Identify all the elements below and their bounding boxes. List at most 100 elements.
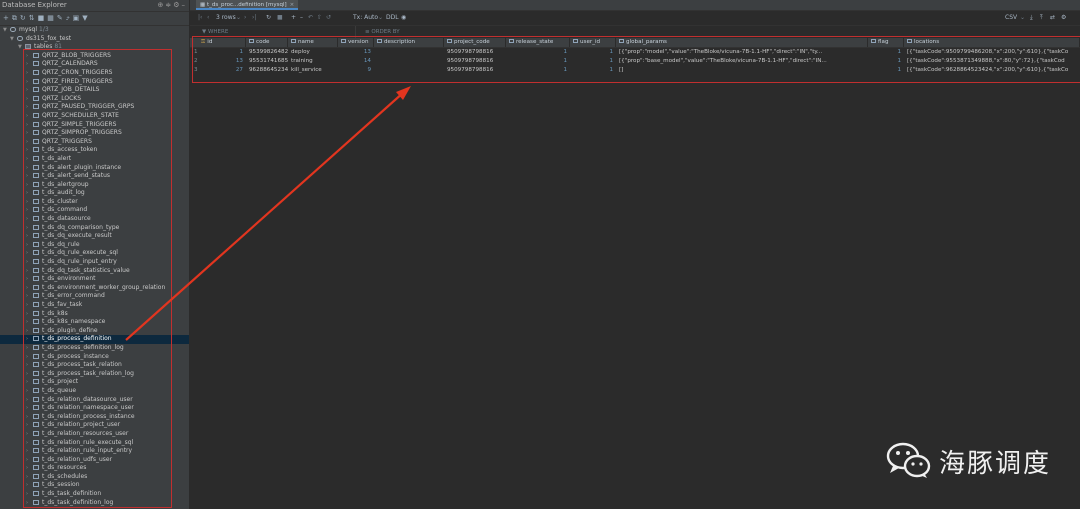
- tree-node-table[interactable]: › t_ds_process_task_relation_log: [0, 370, 189, 379]
- tree-node-table[interactable]: › t_ds_process_task_relation: [0, 361, 189, 370]
- tree-node-table[interactable]: › t_ds_task_definition_log: [0, 499, 189, 508]
- tree-node-table[interactable]: › t_ds_plugin_define: [0, 327, 189, 336]
- filter-icon[interactable]: ▼: [82, 14, 90, 22]
- add-row-icon[interactable]: +: [291, 11, 296, 25]
- cell-release-state[interactable]: 1: [506, 66, 570, 75]
- tree-node-table[interactable]: › t_ds_k8s: [0, 310, 189, 319]
- tree-node-table[interactable]: › t_ds_relation_resources_user: [0, 430, 189, 439]
- submit-icon[interactable]: ⇧: [317, 11, 322, 25]
- settings-icon[interactable]: ⚙: [173, 1, 181, 9]
- chevron-right-icon[interactable]: ›: [26, 439, 33, 448]
- chevron-right-icon[interactable]: ›: [26, 464, 33, 473]
- chevron-right-icon[interactable]: ›: [26, 69, 33, 78]
- chevron-right-icon[interactable]: ›: [26, 138, 33, 147]
- revert-icon[interactable]: ↺: [326, 11, 331, 25]
- tree-node-table[interactable]: › t_ds_dq_rule_execute_sql: [0, 249, 189, 258]
- column-header-global-params[interactable]: global_params: [616, 38, 868, 47]
- table-icon[interactable]: ▦: [47, 14, 57, 22]
- chevron-right-icon[interactable]: ›: [26, 490, 33, 499]
- tree-node-table[interactable]: › t_ds_queue: [0, 387, 189, 396]
- chevron-right-icon[interactable]: ›: [26, 249, 33, 258]
- tree-node-table[interactable]: › t_ds_relation_project_user: [0, 421, 189, 430]
- last-page-icon[interactable]: ›|: [252, 11, 256, 25]
- tree-node-table[interactable]: › QRTZ_BLOB_TRIGGERS: [0, 52, 189, 61]
- chevron-right-icon[interactable]: ›: [26, 318, 33, 327]
- tree-node-table[interactable]: › QRTZ_PAUSED_TRIGGER_GRPS: [0, 103, 189, 112]
- tree-node-table[interactable]: › t_ds_task_definition: [0, 490, 189, 499]
- cell-id[interactable]: 27: [198, 66, 246, 75]
- cell-version[interactable]: 14: [338, 57, 374, 66]
- cell-description[interactable]: [374, 57, 444, 66]
- cell-code[interactable]: 9539982648256: [246, 48, 288, 57]
- tree-node-table[interactable]: › t_ds_dq_rule_input_entry: [0, 258, 189, 267]
- tree-node-table[interactable]: › t_ds_k8s_namespace: [0, 318, 189, 327]
- cell-id[interactable]: 13: [198, 57, 246, 66]
- cell-user-id[interactable]: 1: [570, 57, 616, 66]
- tree-node-table[interactable]: › t_ds_relation_namespace_user: [0, 404, 189, 413]
- sync-icon[interactable]: ⇅: [29, 14, 38, 22]
- cell-global-params[interactable]: [{"prop":"base_model","value":"TheBloke/…: [616, 57, 868, 66]
- chevron-right-icon[interactable]: ›: [26, 146, 33, 155]
- tree-node-table[interactable]: › t_ds_datasource: [0, 215, 189, 224]
- chevron-down-icon[interactable]: ⌄: [1020, 11, 1025, 25]
- chevron-right-icon[interactable]: ›: [26, 198, 33, 207]
- settings-icon[interactable]: ⚙: [1061, 11, 1066, 25]
- remove-row-icon[interactable]: –: [300, 11, 303, 25]
- cell-name[interactable]: deploy: [288, 48, 338, 57]
- chevron-right-icon[interactable]: ›: [26, 301, 33, 310]
- tree-node-table[interactable]: › t_ds_relation_process_instance: [0, 413, 189, 422]
- tree-node-table[interactable]: › t_ds_relation_rule_execute_sql: [0, 439, 189, 448]
- cell-description[interactable]: [374, 66, 444, 75]
- tree-node-table[interactable]: › QRTZ_SCHEDULER_STATE: [0, 112, 189, 121]
- tree-node-table[interactable]: › t_ds_alert: [0, 155, 189, 164]
- column-header-user-id[interactable]: user_id: [570, 38, 616, 47]
- chevron-down-icon[interactable]: ⌄: [378, 11, 383, 25]
- cell-flag[interactable]: 1: [868, 57, 904, 66]
- tree-node-table[interactable]: › t_ds_process_definition_log: [0, 344, 189, 353]
- cell-id[interactable]: 1: [198, 48, 246, 57]
- where-filter[interactable]: ▼ WHERE: [202, 29, 228, 35]
- upload-icon[interactable]: ⤒: [1040, 11, 1043, 25]
- tree-node-table[interactable]: › t_ds_cluster: [0, 198, 189, 207]
- tree-node-table[interactable]: › t_ds_fav_task: [0, 301, 189, 310]
- minimize-icon[interactable]: –: [182, 1, 188, 9]
- chevron-right-icon[interactable]: ›: [26, 103, 33, 112]
- tree-node-table[interactable]: › QRTZ_CRON_TRIGGERS: [0, 69, 189, 78]
- cell-locations[interactable]: [{"taskCode":9553871349888,"x":80,"y":72…: [904, 57, 1080, 66]
- chevron-right-icon[interactable]: ›: [26, 473, 33, 482]
- chevron-right-icon[interactable]: ›: [26, 284, 33, 293]
- cell-user-id[interactable]: 1: [570, 66, 616, 75]
- order-by-filter[interactable]: ≡ ORDER BY: [365, 29, 400, 35]
- chevron-right-icon[interactable]: ›: [26, 121, 33, 130]
- cell-release-state[interactable]: 1: [506, 48, 570, 57]
- cell-project-code[interactable]: 9509798798816: [444, 66, 506, 75]
- chevron-right-icon[interactable]: ›: [26, 387, 33, 396]
- tree-node-table[interactable]: › QRTZ_SIMPROP_TRIGGERS: [0, 129, 189, 138]
- first-page-icon[interactable]: |‹: [198, 11, 202, 25]
- cell-global-params[interactable]: []: [616, 66, 868, 75]
- chevron-right-icon[interactable]: ›: [26, 421, 33, 430]
- tree-node-table[interactable]: › QRTZ_JOB_DETAILS: [0, 86, 189, 95]
- chevron-right-icon[interactable]: ›: [26, 456, 33, 465]
- cell-version[interactable]: 13: [338, 48, 374, 57]
- chevron-right-icon[interactable]: ›: [26, 413, 33, 422]
- tree-node-tables[interactable]: ▼ tables 81: [0, 43, 189, 52]
- tree-node-table[interactable]: › QRTZ_CALENDARS: [0, 60, 189, 69]
- tree-node-table[interactable]: › t_ds_resources: [0, 464, 189, 473]
- export-format[interactable]: CSV: [1005, 11, 1017, 25]
- chevron-right-icon[interactable]: ›: [26, 172, 33, 181]
- chevron-right-icon[interactable]: ›: [26, 327, 33, 336]
- jump-icon[interactable]: ⤴: [66, 14, 73, 22]
- tree-node-table[interactable]: › QRTZ_FIRED_TRIGGERS: [0, 78, 189, 87]
- tree-node-table[interactable]: › t_ds_audit_log: [0, 189, 189, 198]
- chevron-right-icon[interactable]: ›: [26, 361, 33, 370]
- tree-node-table[interactable]: › QRTZ_TRIGGERS: [0, 138, 189, 147]
- cell-locations[interactable]: [{"taskCode":9509799486208,"x":200,"y":6…: [904, 48, 1080, 57]
- chevron-right-icon[interactable]: ›: [26, 335, 33, 344]
- column-header-name[interactable]: name: [288, 38, 338, 47]
- tab-process-definition[interactable]: ▦ t_ds_proc...definition [mysql] ×: [196, 0, 299, 10]
- cell-global-params[interactable]: [{"prop":"model","value":"TheBloke/vicun…: [616, 48, 868, 57]
- chevron-right-icon[interactable]: ›: [26, 353, 33, 362]
- chevron-right-icon[interactable]: ›: [26, 370, 33, 379]
- tree-node-table[interactable]: › t_ds_relation_udfs_user: [0, 456, 189, 465]
